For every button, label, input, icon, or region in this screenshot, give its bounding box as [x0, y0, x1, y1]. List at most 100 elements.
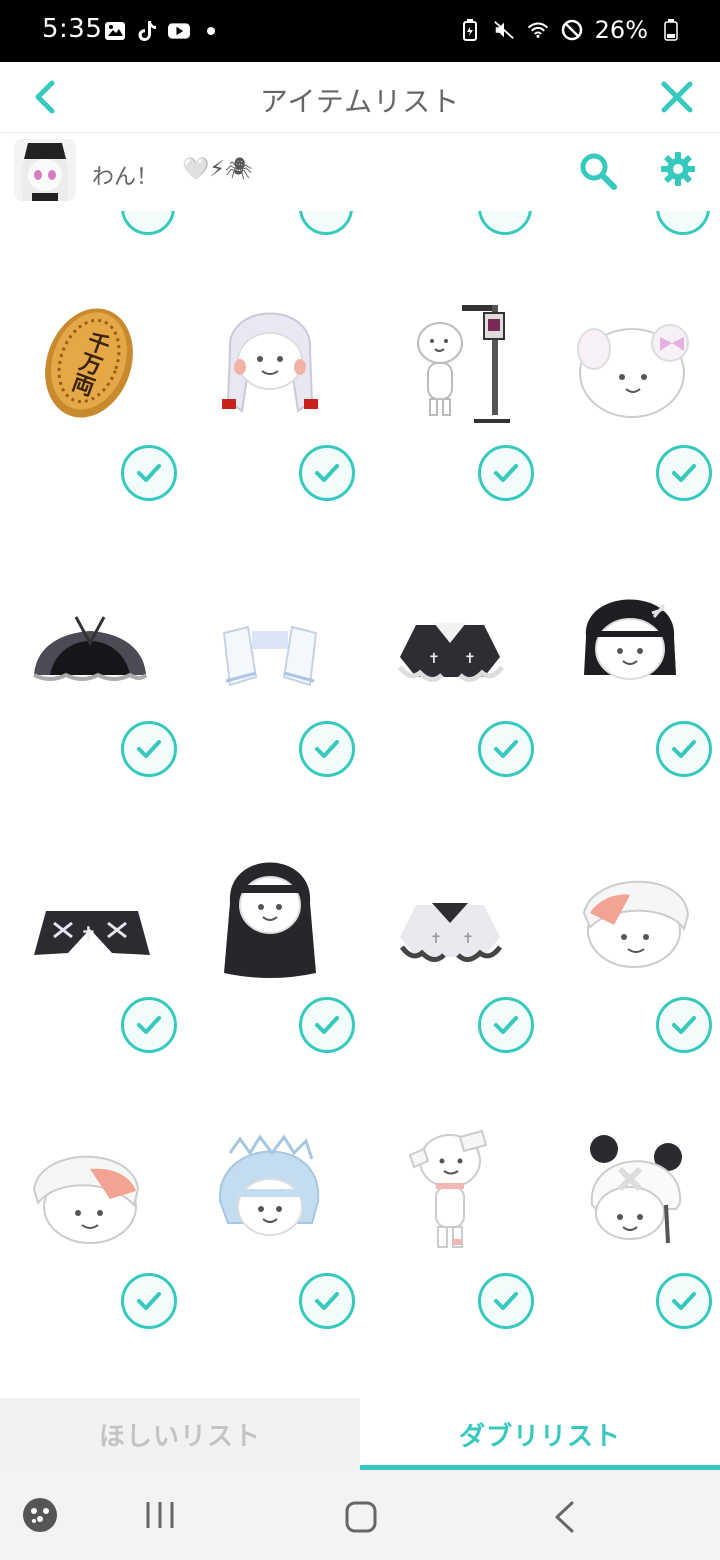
check-icon[interactable]	[656, 721, 712, 777]
check-icon[interactable]	[299, 445, 355, 501]
avatar[interactable]	[14, 139, 76, 201]
youtube-icon	[168, 20, 190, 42]
check-icon[interactable]	[478, 997, 534, 1053]
item-image-black-shorts: ✝	[34, 911, 150, 955]
recent-apps-button[interactable]	[144, 1500, 176, 1530]
check-icon[interactable]	[656, 1273, 712, 1329]
system-nav-bar	[0, 1470, 720, 1560]
status-bar: 5:35 26%	[0, 0, 720, 62]
item-image-white-cap	[582, 880, 690, 968]
item-image-black-long-hair	[224, 862, 316, 978]
status-notification-icons	[104, 20, 222, 42]
item-cell[interactable]: ✝ ✝	[360, 547, 540, 823]
svg-text:✝: ✝	[464, 651, 476, 667]
item-cell[interactable]	[0, 1099, 180, 1375]
item-image-coin: 千 万 両	[45, 308, 133, 418]
item-cell[interactable]	[540, 271, 720, 547]
gear-icon	[661, 152, 695, 186]
search-icon	[580, 153, 617, 190]
tab-want-list[interactable]: ほしいリスト	[0, 1398, 360, 1470]
notification-dot-icon	[200, 20, 222, 42]
battery-percent: 26%	[594, 16, 648, 44]
close-icon	[661, 81, 693, 113]
item-cell[interactable]	[540, 823, 720, 1099]
item-image-white-collar-top: ✝ ✝	[399, 903, 503, 962]
game-launcher-icon[interactable]	[22, 1497, 58, 1533]
item-cell[interactable]	[360, 1099, 540, 1375]
home-icon	[345, 1501, 377, 1533]
recent-apps-icon	[146, 1502, 174, 1528]
gallery-icon	[104, 20, 126, 42]
user-name: わん！	[92, 165, 159, 190]
item-cell[interactable]: 千 万 両	[0, 271, 180, 547]
svg-text:✝: ✝	[430, 931, 442, 947]
status-time: 5:35	[42, 14, 103, 44]
item-image-white-braided-hair	[222, 312, 318, 413]
page-title: アイテムリスト	[259, 85, 461, 118]
svg-text:✝: ✝	[462, 931, 474, 947]
item-cell[interactable]	[360, 271, 540, 547]
item-image-black-collar-top: ✝ ✝	[397, 623, 505, 682]
user-emoji: 🤍⚡🕷	[182, 157, 253, 182]
tiktok-icon	[136, 20, 158, 42]
check-icon[interactable]	[299, 997, 355, 1053]
list-tabs: ほしいリスト ダブリリスト	[0, 1398, 720, 1470]
check-icon[interactable]	[478, 211, 532, 235]
search-button[interactable]	[578, 151, 618, 191]
do-not-disturb-icon	[561, 19, 583, 41]
system-back-button[interactable]	[552, 1500, 576, 1534]
item-cell[interactable]	[540, 547, 720, 823]
item-cell[interactable]	[0, 547, 180, 823]
svg-text:✝: ✝	[80, 922, 97, 946]
tab-duplicate-list[interactable]: ダブリリスト	[360, 1398, 720, 1470]
item-image-white-cap-left	[32, 1155, 140, 1244]
item-grid: 千 万 両 ✝ ✝ ✝ ✝ ✝	[0, 271, 720, 1375]
settings-button[interactable]	[660, 151, 696, 187]
check-icon[interactable]	[299, 211, 353, 235]
check-icon[interactable]	[121, 997, 177, 1053]
battery-saver-icon	[459, 19, 481, 41]
item-cell[interactable]	[180, 1099, 360, 1375]
item-row: 千 万 両	[0, 271, 720, 547]
check-icon[interactable]	[478, 1273, 534, 1329]
check-icon[interactable]	[299, 721, 355, 777]
check-icon[interactable]	[121, 211, 175, 235]
item-image-panda-helmet	[590, 1135, 682, 1244]
item-image-blue-hair	[218, 1134, 320, 1236]
item-cell[interactable]	[180, 823, 360, 1099]
tab-duplicate-label: ダブリリスト	[458, 1421, 621, 1452]
check-icon[interactable]	[478, 721, 534, 777]
battery-icon	[660, 19, 682, 41]
item-cell[interactable]: ✝	[0, 823, 180, 1099]
item-row: ✝ ✝	[0, 547, 720, 823]
item-cell[interactable]	[180, 547, 360, 823]
check-icon[interactable]	[478, 445, 534, 501]
status-right: 26%	[459, 16, 682, 44]
wifi-icon	[527, 19, 549, 41]
item-cell[interactable]	[540, 1099, 720, 1375]
item-cell[interactable]	[180, 271, 360, 547]
check-icon[interactable]	[121, 721, 177, 777]
check-icon[interactable]	[656, 445, 712, 501]
user-row: わん！ 🤍⚡🕷	[0, 133, 720, 211]
item-row	[0, 1099, 720, 1375]
item-image-black-bob-hair	[584, 599, 676, 680]
check-icon[interactable]	[299, 1273, 355, 1329]
app-header: アイテムリスト	[0, 62, 720, 133]
item-image-iv-drip	[417, 305, 510, 423]
item-image-black-skirt	[33, 616, 148, 681]
item-image-bunny-clips	[577, 324, 689, 418]
check-icon[interactable]	[656, 211, 710, 235]
item-grid-area[interactable]: 千 万 両 ✝ ✝ ✝ ✝ ✝	[0, 211, 720, 1398]
close-button[interactable]	[656, 76, 698, 118]
check-icon[interactable]	[121, 1273, 177, 1329]
svg-text:✝: ✝	[428, 651, 440, 667]
check-icon[interactable]	[121, 445, 177, 501]
item-image-white-cuffs	[222, 625, 318, 687]
check-icon[interactable]	[656, 997, 712, 1053]
item-cell[interactable]: ✝ ✝	[360, 823, 540, 1099]
item-row: ✝ ✝ ✝	[0, 823, 720, 1099]
back-arrow-icon	[555, 1501, 574, 1533]
item-image-bandage-body	[408, 1129, 488, 1248]
home-button[interactable]	[344, 1500, 378, 1534]
